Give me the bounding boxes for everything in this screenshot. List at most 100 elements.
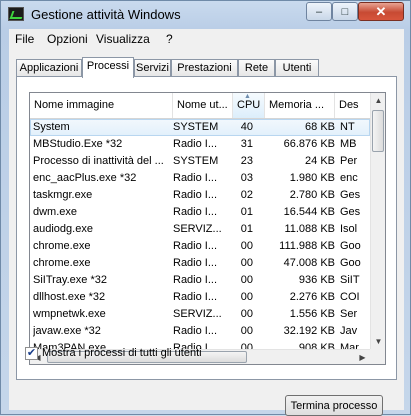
process-row[interactable]: enc_aacPlus.exe *32 Radio I... 03 1.980 KB e… — [30, 170, 370, 187]
show-all-processes-label[interactable]: Mostra i processi di tutti gli utenti — [42, 347, 202, 359]
close-button[interactable]: ✕ — [358, 2, 404, 21]
process-description: Ges — [340, 189, 361, 201]
tab-applications[interactable]: Applicazioni — [16, 59, 82, 77]
scroll-corner — [370, 349, 385, 364]
process-row[interactable]: javaw.exe *32 Radio I... 00 32.192 KB Jav — [30, 323, 370, 340]
process-name: Processo di inattività del ... — [33, 155, 164, 167]
process-description: COI — [340, 291, 360, 303]
process-memory: 16.544 KB — [283, 206, 335, 218]
process-memory: 11.088 KB — [284, 223, 335, 235]
process-name: wmpnetwk.exe — [33, 308, 106, 320]
process-cpu: 00 — [240, 274, 253, 286]
process-row[interactable]: dwm.exe Radio I... 01 16.544 KB Ges — [30, 204, 370, 221]
process-name: enc_aacPlus.exe *32 — [33, 172, 137, 184]
maximize-button[interactable]: □ — [332, 2, 358, 21]
process-cpu: 01 — [240, 206, 253, 218]
process-description: MB — [340, 138, 357, 150]
process-user: Radio I... — [173, 325, 218, 337]
process-row[interactable]: chrome.exe Radio I... 00 111.988 KB Goo — [30, 238, 370, 255]
process-description: Isol — [340, 223, 358, 235]
process-description: Goo — [340, 240, 361, 252]
process-memory: 47.008 KB — [283, 257, 335, 269]
column-header-memory[interactable]: Memoria ... — [265, 93, 335, 118]
tab-services[interactable]: Servizi — [134, 59, 171, 77]
process-row[interactable]: System SYSTEM 40 68 KB NT — [30, 119, 370, 136]
process-user: Radio I... — [173, 274, 218, 286]
tab-performance[interactable]: Prestazioni — [171, 59, 238, 77]
process-memory: 2.276 KB — [289, 291, 335, 303]
process-cpu: 00 — [240, 257, 253, 269]
processes-panel: Nome immagine Nome ut... ▲ CPU Memoria .… — [16, 76, 397, 380]
process-user: SYSTEM — [173, 155, 219, 167]
list-header: Nome immagine Nome ut... ▲ CPU Memoria .… — [30, 93, 370, 119]
process-row[interactable]: SiITray.exe *32 Radio I... 00 936 KB SiIT — [30, 272, 370, 289]
window-title: Gestione attività Windows — [31, 7, 181, 22]
end-process-button[interactable]: Termina processo — [285, 395, 383, 416]
scroll-up-icon[interactable]: ▲ — [371, 93, 385, 108]
menu-help[interactable]: ? — [166, 32, 173, 46]
process-cpu: 31 — [240, 138, 253, 150]
scroll-right-icon[interactable]: ▶ — [355, 350, 370, 364]
process-user: Radio I... — [173, 172, 218, 184]
menu-options[interactable]: Opzioni — [47, 32, 88, 46]
process-row[interactable]: audiodg.exe SERVIZ... 01 11.088 KB Isol — [30, 221, 370, 238]
process-cpu: 02 — [240, 189, 253, 201]
process-cpu: 00 — [240, 240, 253, 252]
process-description: Goo — [340, 257, 361, 269]
process-memory: 1.980 KB — [289, 172, 335, 184]
process-row[interactable]: wmpnetwk.exe SERVIZ... 00 1.556 KB Ser — [30, 306, 370, 323]
show-all-processes-checkbox[interactable]: ✔ — [25, 347, 38, 360]
process-name: SiITray.exe *32 — [33, 274, 107, 286]
process-name: dllhost.exe *32 — [33, 291, 106, 303]
task-manager-icon — [8, 7, 24, 21]
process-row[interactable]: MBStudio.Exe *32 Radio I... 31 66.876 KB MB — [30, 136, 370, 153]
process-row[interactable]: Processo di inattività del ... SYSTEM 23 24… — [30, 153, 370, 170]
process-memory: 2.780 KB — [289, 189, 335, 201]
process-cpu: 01 — [240, 223, 253, 235]
process-list[interactable]: Nome immagine Nome ut... ▲ CPU Memoria .… — [29, 92, 386, 365]
column-header-name[interactable]: Nome immagine — [30, 93, 173, 118]
process-description: Ser — [340, 308, 358, 320]
process-memory: 111.988 KB — [279, 240, 335, 252]
process-description: enc — [340, 172, 358, 184]
menu-file[interactable]: File — [15, 32, 34, 46]
process-memory: 1.556 KB — [289, 308, 335, 320]
vertical-scroll-thumb[interactable] — [372, 110, 384, 152]
column-header-description[interactable]: Des — [335, 93, 370, 118]
process-description: Per — [340, 155, 358, 167]
process-row[interactable]: dllhost.exe *32 Radio I... 00 2.276 KB COI — [30, 289, 370, 306]
process-cpu: 00 — [240, 308, 253, 320]
process-memory: 24 KB — [305, 155, 335, 167]
process-user: Radio I... — [173, 240, 218, 252]
process-row[interactable]: taskmgr.exe Radio I... 02 2.780 KB Ges — [30, 187, 370, 204]
process-memory: 32.192 KB — [283, 325, 335, 337]
process-row[interactable]: chrome.exe Radio I... 00 47.008 KB Goo — [30, 255, 370, 272]
menu-bar: File Opzioni Visualizza ? — [9, 29, 404, 49]
process-user: SYSTEM — [173, 121, 219, 133]
process-name: chrome.exe — [33, 240, 91, 252]
process-name: taskmgr.exe — [33, 189, 93, 201]
process-name: audiodg.exe — [33, 223, 93, 235]
tab-users[interactable]: Utenti — [275, 59, 319, 77]
vertical-scrollbar[interactable]: ▲ ▼ — [370, 93, 385, 349]
minimize-button[interactable]: – — [306, 2, 332, 21]
column-header-user[interactable]: Nome ut... — [173, 93, 233, 118]
tab-network[interactable]: Rete — [238, 59, 275, 77]
process-user: SERVIZ... — [173, 223, 222, 235]
process-description: Jav — [340, 325, 358, 337]
process-name: MBStudio.Exe *32 — [33, 138, 123, 150]
process-user: Radio I... — [173, 138, 218, 150]
process-name: dwm.exe — [33, 206, 78, 218]
sort-ascending-icon: ▲ — [244, 93, 251, 100]
process-memory: 68 KB — [305, 121, 335, 133]
tab-processes[interactable]: Processi — [82, 57, 134, 78]
process-cpu: 00 — [240, 291, 253, 303]
process-user: Radio I... — [173, 189, 218, 201]
menu-view[interactable]: Visualizza — [96, 32, 150, 46]
title-bar[interactable]: Gestione attività Windows – □ ✕ — [1, 1, 410, 29]
process-name: System — [33, 121, 70, 133]
scroll-down-icon[interactable]: ▼ — [371, 334, 385, 349]
process-user: SERVIZ... — [173, 308, 222, 320]
process-description: NT — [340, 121, 355, 133]
column-header-cpu[interactable]: ▲ CPU — [233, 93, 265, 118]
